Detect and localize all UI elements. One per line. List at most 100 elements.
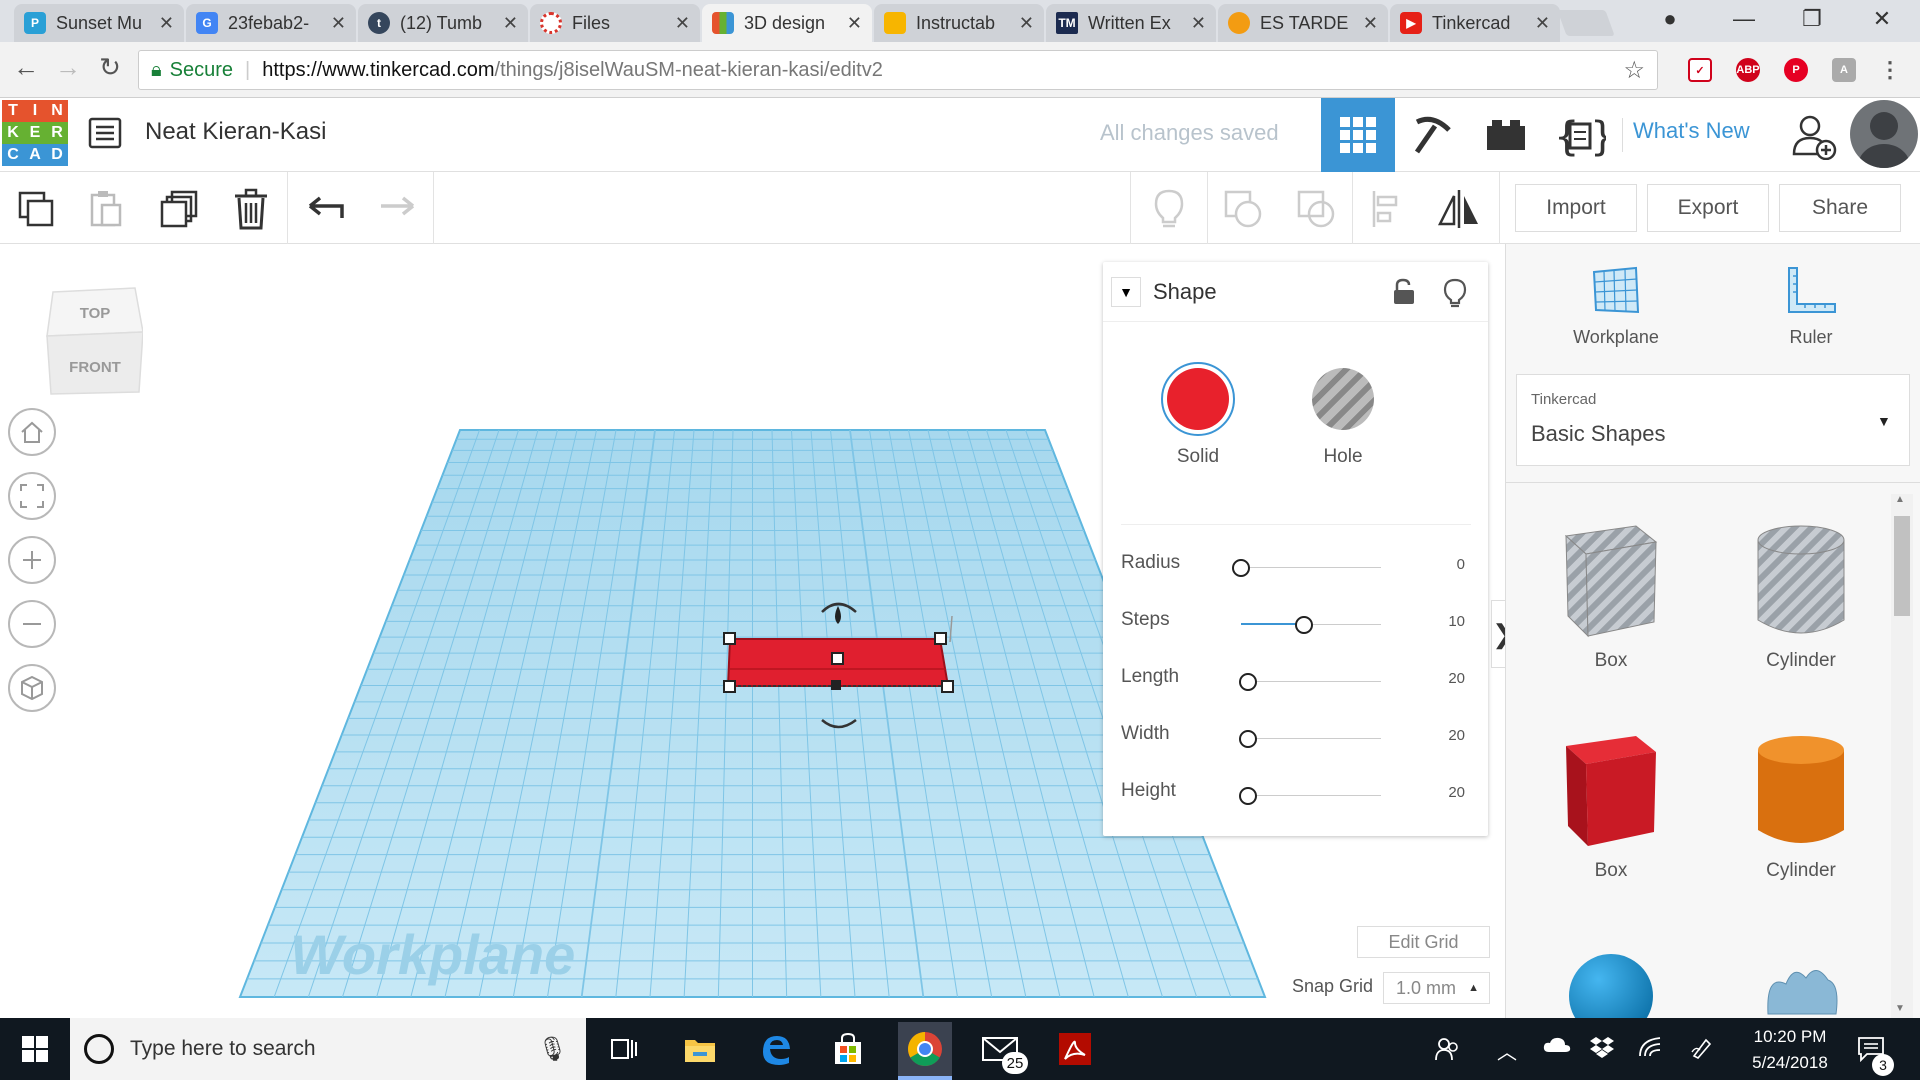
align-button[interactable] [1365,186,1411,232]
solid-option[interactable]: Solid [1148,362,1248,468]
onedrive-icon[interactable] [1543,1036,1571,1060]
param-slider-knob[interactable] [1232,559,1250,577]
shape-sphere[interactable] [1536,944,1686,1018]
collapse-inspector-icon[interactable]: ▼ [1111,276,1141,307]
new-tab-button[interactable] [1557,10,1615,36]
ungroup-button[interactable] [1293,186,1339,232]
microphone-icon[interactable]: 🎙︎ [538,1035,568,1064]
edge-browser-icon[interactable] [755,1028,797,1070]
home-view-button[interactable] [8,408,56,456]
browser-tab[interactable]: G 23febab2- ✕ [186,4,356,42]
close-tab-icon[interactable]: ✕ [331,13,346,34]
restore-icon[interactable]: ❐ [1792,6,1832,32]
perspective-button[interactable] [8,664,56,712]
windows-start-icon[interactable] [14,1028,56,1070]
copy-button[interactable] [13,186,59,232]
shape-cylinder-hole[interactable]: Cylinder [1726,514,1876,672]
reload-icon[interactable]: ↻ [92,52,128,83]
bricks-button[interactable] [1469,98,1543,172]
profile-icon[interactable]: ● [1650,6,1690,32]
show-hidden-icons[interactable]: ︿ [1497,1036,1517,1065]
unlock-icon[interactable] [1391,278,1417,311]
design-title[interactable]: Neat Kieran-Kasi [145,118,326,146]
param-value[interactable]: 10 [1448,613,1465,630]
param-slider-track[interactable] [1241,738,1381,739]
close-tab-icon[interactable]: ✕ [1019,13,1034,34]
pen-icon[interactable] [1690,1036,1714,1066]
view-cube[interactable]: TOP FRONT [45,282,144,398]
solid-swatch[interactable] [1161,362,1235,436]
param-slider-knob[interactable] [1239,730,1257,748]
ruler-tool[interactable]: Ruler [1756,264,1866,348]
design-list-icon[interactable] [88,116,122,150]
close-tab-icon[interactable]: ✕ [1535,13,1550,34]
hole-option[interactable]: Hole [1293,362,1393,468]
bookmark-star-icon[interactable]: ☆ [1623,56,1645,85]
export-button[interactable]: Export [1647,184,1769,232]
people-icon[interactable] [1434,1036,1460,1068]
paste-button[interactable] [83,186,129,232]
delete-button[interactable] [228,186,274,232]
forward-icon[interactable]: → [50,52,86,83]
param-slider-knob[interactable] [1295,616,1313,634]
browser-tab[interactable]: ▶ Tinkercad ✕ [1390,4,1560,42]
param-value[interactable]: 20 [1448,727,1465,744]
chrome-menu-icon[interactable]: ⋮ [1878,57,1902,82]
shape-cylinder-solid[interactable]: Cylinder [1726,724,1876,882]
import-button[interactable]: Import [1515,184,1637,232]
file-explorer-icon[interactable] [679,1028,721,1070]
add-user-icon[interactable] [1790,112,1838,161]
blocks-button[interactable] [1395,98,1469,172]
hole-swatch[interactable] [1306,362,1380,436]
pocket-extension-icon[interactable]: ✓ [1688,58,1712,82]
param-slider-track[interactable] [1241,681,1381,682]
param-slider-knob[interactable] [1239,673,1257,691]
scroll-down-icon[interactable]: ▼ [1895,1003,1905,1014]
task-view-icon[interactable] [603,1028,645,1070]
scrollbar-thumb[interactable] [1894,516,1910,616]
close-tab-icon[interactable]: ✕ [1191,13,1206,34]
show-all-button[interactable] [1146,186,1192,232]
dropbox-icon[interactable] [1590,1036,1614,1064]
taskbar-search-input[interactable]: Type here to search 🎙︎ [70,1018,586,1080]
param-slider-track[interactable] [1241,795,1381,796]
browser-tab[interactable]: ES TARDE ✕ [1218,4,1388,42]
mirror-button[interactable] [1436,186,1482,232]
scroll-up-icon[interactable]: ▲ [1895,494,1905,505]
fit-view-button[interactable] [8,472,56,520]
browser-tab[interactable]: TM Written Ex ✕ [1046,4,1216,42]
edit-grid-button[interactable]: Edit Grid [1357,926,1490,958]
chrome-taskbar-icon[interactable] [898,1022,952,1076]
close-tab-icon[interactable]: ✕ [159,13,174,34]
snap-grid-select[interactable]: 1.0 mm ▲ [1383,972,1490,1004]
hide-shape-lightbulb-icon[interactable] [1443,278,1467,313]
browser-tab[interactable]: Files ✕ [530,4,700,42]
close-tab-icon[interactable]: ✕ [847,13,862,34]
whats-new-link[interactable]: What's New [1622,118,1750,152]
undo-button[interactable] [303,186,349,232]
minimize-icon[interactable]: — [1724,6,1764,32]
close-window-icon[interactable]: ✕ [1862,6,1902,32]
share-button[interactable]: Share [1779,184,1901,232]
close-tab-icon[interactable]: ✕ [675,13,690,34]
back-icon[interactable]: ← [8,52,44,83]
wifi-icon[interactable] [1638,1036,1662,1064]
close-tab-icon[interactable]: ✕ [1363,13,1378,34]
browser-tab[interactable]: P Sunset Mu ✕ [14,4,184,42]
url-input[interactable]: 🔒︎ Secure | https://www.tinkercad.com /t… [138,50,1658,90]
tinkercad-logo[interactable]: T I N K E R C A D [2,100,68,166]
param-slider-track[interactable] [1241,567,1381,568]
pinterest-extension-icon[interactable]: P [1784,58,1808,82]
shape-library-select[interactable]: Tinkercad Basic Shapes ▼ [1516,374,1910,466]
param-value[interactable]: 20 [1448,670,1465,687]
system-clock[interactable]: 10:20 PM 5/24/2018 [1750,1024,1830,1076]
codeblocks-button[interactable]: {} [1543,98,1617,172]
3d-view-button[interactable] [1321,98,1395,172]
workplane-tool[interactable]: Workplane [1561,264,1671,348]
browser-tab[interactable]: t (12) Tumb ✕ [358,4,528,42]
acrobat-extension-icon[interactable]: A [1832,58,1856,82]
browser-tab[interactable]: Instructab ✕ [874,4,1044,42]
close-tab-icon[interactable]: ✕ [503,13,518,34]
browser-tab-active[interactable]: 3D design ✕ [702,4,872,42]
param-slider-knob[interactable] [1239,787,1257,805]
